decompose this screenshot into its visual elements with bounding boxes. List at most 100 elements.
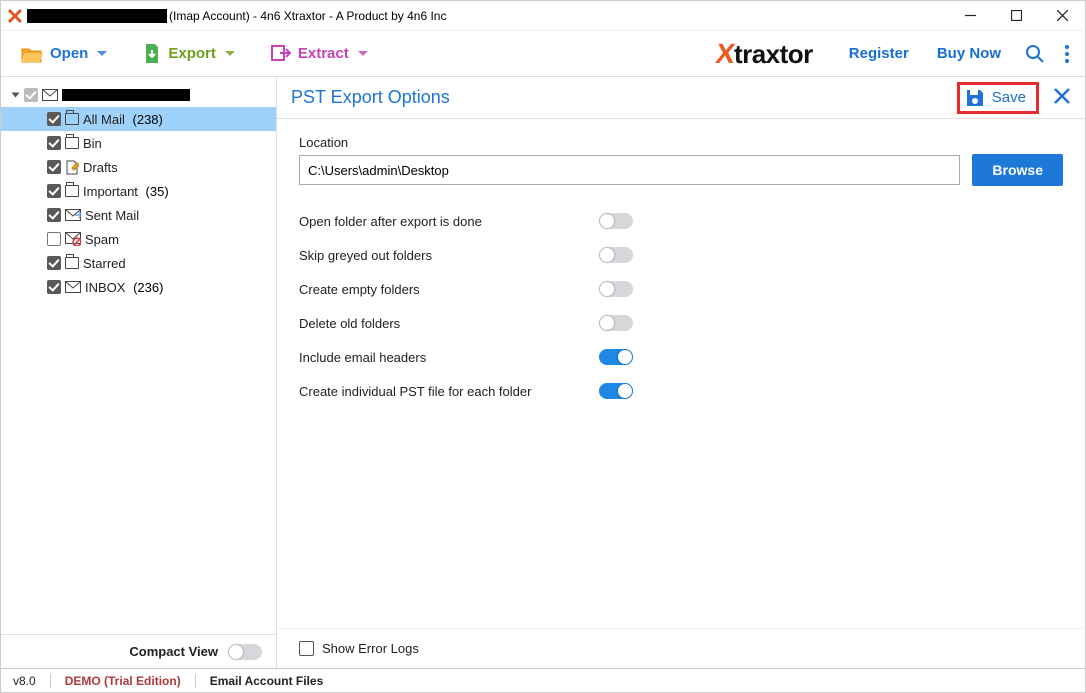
- buynow-link[interactable]: Buy Now: [937, 45, 1001, 62]
- folder-count: (236): [129, 280, 163, 295]
- option-toggle[interactable]: [599, 213, 633, 229]
- tree-item-sent-mail[interactable]: Sent Mail: [1, 203, 276, 227]
- expand-arrow-icon[interactable]: [12, 93, 20, 98]
- folder-icon: [65, 113, 79, 125]
- tree-item-important[interactable]: Important (35): [1, 179, 276, 203]
- version-label: v8.0: [13, 674, 36, 688]
- extract-menu[interactable]: Extract: [265, 41, 374, 67]
- folder-count: (35): [142, 184, 169, 199]
- folder-label: Drafts: [83, 160, 118, 175]
- checkbox[interactable]: [47, 112, 61, 126]
- panel-footer: Show Error Logs: [277, 628, 1085, 668]
- edition-label: DEMO (Trial Edition): [65, 674, 181, 688]
- tree-item-inbox[interactable]: INBOX (236): [1, 275, 276, 299]
- folder-open-icon: [21, 45, 43, 63]
- option-label: Delete old folders: [299, 316, 599, 331]
- spam-icon: [65, 232, 81, 246]
- compact-view-toggle[interactable]: [228, 644, 262, 660]
- option-toggle[interactable]: [599, 247, 633, 263]
- checkbox[interactable]: [24, 88, 38, 102]
- option-label: Create empty folders: [299, 282, 599, 297]
- checkbox[interactable]: [47, 280, 61, 294]
- checkbox[interactable]: [47, 208, 61, 222]
- window-controls: [947, 1, 1085, 31]
- option-toggle[interactable]: [599, 315, 633, 331]
- folder-label: Spam: [85, 232, 119, 247]
- app-icon: [7, 8, 23, 24]
- close-panel-icon[interactable]: [1053, 87, 1071, 108]
- status-bar: v8.0 DEMO (Trial Edition) Email Account …: [1, 668, 1085, 692]
- maximize-button[interactable]: [993, 1, 1039, 31]
- open-menu[interactable]: Open: [15, 41, 113, 67]
- checkbox[interactable]: [47, 256, 61, 270]
- export-menu[interactable]: Export: [137, 40, 241, 68]
- save-label: Save: [992, 89, 1026, 106]
- option-label: Include email headers: [299, 350, 599, 365]
- save-button[interactable]: Save: [957, 82, 1039, 114]
- folder-tree-sidebar: All Mail (238)BinDraftsImportant (35)Sen…: [1, 77, 277, 668]
- panel-body: Location Browse Open folder after export…: [277, 119, 1085, 628]
- option-row: Open folder after export is done: [299, 204, 1063, 238]
- redacted-account-name: [62, 89, 190, 101]
- open-label: Open: [50, 45, 88, 62]
- browse-button[interactable]: Browse: [972, 154, 1063, 186]
- checkbox[interactable]: [47, 232, 61, 246]
- option-toggle[interactable]: [599, 383, 633, 399]
- option-label: Create individual PST file for each fold…: [299, 384, 599, 399]
- checkbox[interactable]: [47, 184, 61, 198]
- more-menu-icon[interactable]: [1065, 45, 1069, 63]
- window-title: (Imap Account) - 4n6 Xtraxtor - A Produc…: [169, 9, 446, 23]
- folder-label: Bin: [83, 136, 102, 151]
- option-label: Skip greyed out folders: [299, 248, 599, 263]
- panel-header: PST Export Options Save: [277, 77, 1085, 119]
- redacted-account: [27, 9, 167, 23]
- draft-icon: [65, 160, 79, 175]
- folder-label: Important: [83, 184, 138, 199]
- tree-item-bin[interactable]: Bin: [1, 131, 276, 155]
- chevron-down-icon: [358, 51, 368, 56]
- folder-icon: [65, 185, 79, 197]
- checkbox[interactable]: [47, 136, 61, 150]
- sent-icon: [65, 209, 81, 221]
- tree-item-drafts[interactable]: Drafts: [1, 155, 276, 179]
- files-label: Email Account Files: [210, 674, 324, 688]
- minimize-button[interactable]: [947, 1, 993, 31]
- save-icon: [964, 87, 986, 109]
- folder-label: INBOX: [85, 280, 125, 295]
- folder-label: Starred: [83, 256, 126, 271]
- chevron-down-icon: [97, 51, 107, 56]
- option-toggle[interactable]: [599, 349, 633, 365]
- envelope-icon: [42, 89, 58, 101]
- option-label: Open folder after export is done: [299, 214, 599, 229]
- compact-view-row: Compact View: [1, 634, 276, 668]
- compact-view-label: Compact View: [129, 644, 218, 659]
- option-row: Include email headers: [299, 340, 1063, 374]
- option-row: Create individual PST file for each fold…: [299, 374, 1063, 408]
- extract-label: Extract: [298, 45, 349, 62]
- search-icon[interactable]: [1025, 44, 1045, 64]
- checkbox[interactable]: [47, 160, 61, 174]
- export-label: Export: [168, 45, 216, 62]
- folder-tree: All Mail (238)BinDraftsImportant (35)Sen…: [1, 77, 276, 634]
- show-error-logs-label: Show Error Logs: [322, 641, 419, 656]
- option-row: Delete old folders: [299, 306, 1063, 340]
- toolbar: Open Export Extract Xtraxtor Register Bu…: [1, 31, 1085, 77]
- tree-root-row[interactable]: [1, 83, 276, 107]
- register-link[interactable]: Register: [849, 45, 909, 62]
- option-toggle[interactable]: [599, 281, 633, 297]
- tree-item-starred[interactable]: Starred: [1, 251, 276, 275]
- option-row: Create empty folders: [299, 272, 1063, 306]
- folder-label: Sent Mail: [85, 208, 139, 223]
- location-label: Location: [299, 135, 1063, 150]
- folder-count: (238): [129, 112, 163, 127]
- tree-item-spam[interactable]: Spam: [1, 227, 276, 251]
- brand-logo: Xtraxtor: [716, 38, 813, 70]
- folder-icon: [65, 137, 79, 149]
- close-button[interactable]: [1039, 1, 1085, 31]
- titlebar: (Imap Account) - 4n6 Xtraxtor - A Produc…: [1, 1, 1085, 31]
- option-row: Skip greyed out folders: [299, 238, 1063, 272]
- tree-item-all-mail[interactable]: All Mail (238): [1, 107, 276, 131]
- show-error-logs-checkbox[interactable]: [299, 641, 314, 656]
- export-icon: [143, 44, 161, 64]
- location-input[interactable]: [299, 155, 960, 185]
